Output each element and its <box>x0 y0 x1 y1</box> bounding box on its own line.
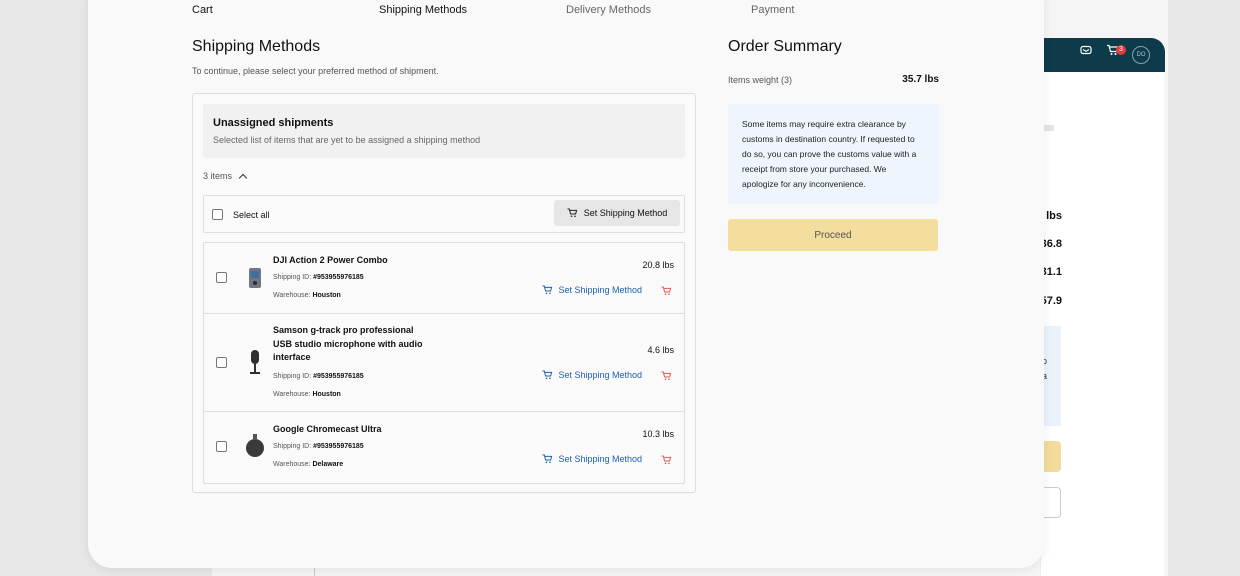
mail-icon[interactable] <box>1080 44 1092 59</box>
cart-icon <box>542 285 553 295</box>
item-weight: 4.6 lbs <box>647 345 674 355</box>
avatar[interactable]: DO <box>1132 46 1150 64</box>
shipping-id: Shipping ID: #953955976185 <box>273 373 364 380</box>
cart-icon <box>567 208 577 218</box>
background-header-icons <box>1080 44 1119 59</box>
set-shipping-method-link[interactable]: Set Shipping Method <box>542 370 642 380</box>
product-name: Samson g-track pro professional USB stud… <box>273 325 423 362</box>
set-shipping-method-link[interactable]: Set Shipping Method <box>542 454 642 464</box>
cart-count-badge: 3 <box>1116 45 1126 55</box>
shipping-id: Shipping ID: #953955976185 <box>273 443 364 450</box>
product-name: Google Chromecast Ultra <box>273 424 382 434</box>
remove-cart-icon[interactable] <box>661 455 672 465</box>
item-weight: 20.8 lbs <box>642 260 674 270</box>
set-shipping-method-button[interactable]: Set Shipping Method <box>554 200 680 226</box>
shipping-id: Shipping ID: #953955976185 <box>273 274 364 281</box>
step-payment[interactable]: Payment <box>751 4 794 16</box>
items-weight-value: 35.7 lbs <box>902 74 939 85</box>
order-summary-title: Order Summary <box>728 38 842 55</box>
list-item: Samson g-track pro professional USB stud… <box>204 314 684 412</box>
remove-cart-icon[interactable] <box>661 371 672 381</box>
camera-product-image <box>249 268 261 288</box>
list-item: Google Chromecast Ultra Shipping ID: #95… <box>204 412 684 483</box>
step-cart[interactable]: Cart <box>192 4 213 16</box>
chevron-up-icon <box>238 173 248 182</box>
cart-icon <box>542 370 553 380</box>
set-shipping-method-label: Set Shipping Method <box>583 208 668 218</box>
select-all-bar: Select all Set Shipping Method <box>203 195 685 233</box>
customs-note: Some items may require extra clearance b… <box>728 104 939 204</box>
unassigned-title: Unassigned shipments <box>213 117 334 129</box>
select-all-label: Select all <box>233 210 270 220</box>
page-subtitle: To continue, please select your preferre… <box>192 66 439 76</box>
unassigned-subtitle: Selected list of items that are yet to b… <box>213 135 481 145</box>
items-count: 3 items <box>203 171 233 181</box>
list-item: DJI Action 2 Power Combo Shipping ID: #9… <box>204 243 684 314</box>
warehouse: Warehouse: Houston <box>273 391 341 398</box>
page-title: Shipping Methods <box>192 38 321 55</box>
warehouse: Warehouse: Delaware <box>273 461 344 468</box>
shipments-card: Unassigned shipments Selected list of it… <box>192 93 696 493</box>
item-checkbox[interactable] <box>216 272 227 283</box>
items-toggle[interactable]: 3 items <box>203 171 248 182</box>
remove-cart-icon[interactable] <box>661 286 672 296</box>
cart-icon <box>542 454 553 464</box>
step-shipping-methods[interactable]: Shipping Methods <box>379 4 467 16</box>
proceed-button[interactable]: Proceed <box>728 219 938 251</box>
shipment-items-list: DJI Action 2 Power Combo Shipping ID: #9… <box>203 242 685 484</box>
set-shipping-method-link[interactable]: Set Shipping Method <box>542 285 642 295</box>
checkout-steps: Cart Shipping Methods Delivery Methods P… <box>192 4 794 20</box>
item-checkbox[interactable] <box>216 357 227 368</box>
items-weight-label: Items weight (3) <box>728 75 793 85</box>
item-checkbox[interactable] <box>216 441 227 452</box>
shipping-modal: Cart Shipping Methods Delivery Methods P… <box>88 0 1044 568</box>
select-all-checkbox[interactable] <box>212 209 223 220</box>
unassigned-header: Unassigned shipments Selected list of it… <box>203 104 685 158</box>
item-weight: 10.3 lbs <box>642 429 674 439</box>
product-name: DJI Action 2 Power Combo <box>273 255 388 265</box>
warehouse: Warehouse: Houston <box>273 292 341 299</box>
step-delivery-methods[interactable]: Delivery Methods <box>566 4 651 16</box>
chromecast-product-image <box>246 434 264 457</box>
microphone-product-image <box>250 350 260 374</box>
